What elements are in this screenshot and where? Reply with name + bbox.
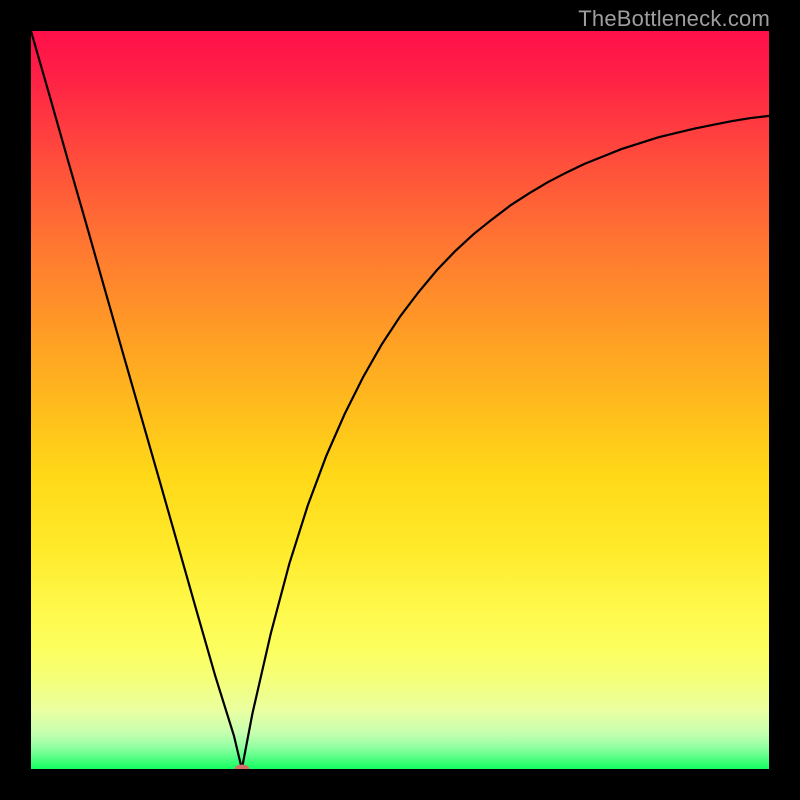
- watermark-text: TheBottleneck.com: [578, 6, 770, 32]
- chart-frame: TheBottleneck.com: [0, 0, 800, 800]
- plot-area: [31, 31, 769, 769]
- minimum-point-marker: [234, 765, 249, 770]
- heat-gradient-background: [31, 31, 769, 769]
